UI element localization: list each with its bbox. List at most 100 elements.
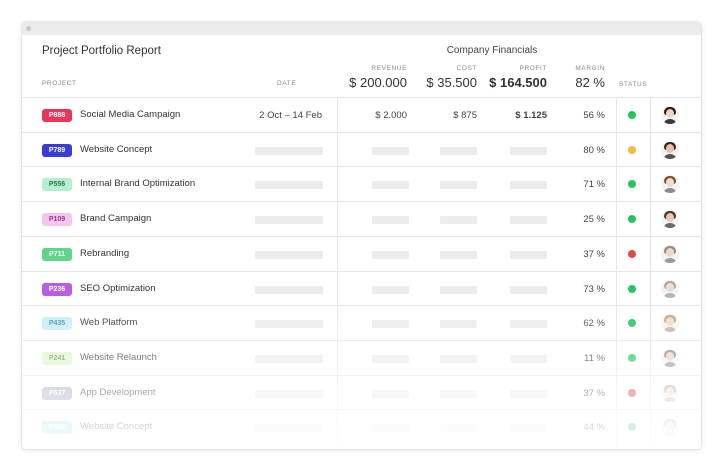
status-indicator	[628, 319, 636, 328]
window-control-dot[interactable]	[26, 26, 31, 31]
project-code-tag[interactable]: P537	[42, 386, 72, 400]
assignee-avatar[interactable]	[661, 210, 679, 229]
status-indicator	[628, 353, 636, 362]
project-name[interactable]: App Development	[80, 387, 156, 398]
window-titlebar	[22, 22, 701, 35]
total-margin: 82 %	[575, 75, 605, 90]
table-row[interactable]: P888 Social Media Campaign 2 Oct – 14 Fe…	[22, 97, 701, 132]
profit-placeholder	[510, 181, 547, 190]
profit-placeholder	[510, 250, 547, 259]
table-row[interactable]: P711 Rebranding 37 %	[22, 235, 701, 271]
project-code-tag[interactable]: P435	[42, 317, 72, 331]
project-name[interactable]: Internal Brand Optimization	[80, 178, 195, 189]
profit-placeholder	[510, 285, 547, 294]
project-name[interactable]: Web Platform	[80, 317, 137, 328]
table-row[interactable]: P789 Website Concept 80 %	[22, 131, 701, 167]
assignee-avatar[interactable]	[661, 348, 679, 367]
column-header-cost[interactable]: COST	[422, 65, 477, 72]
project-margin: 73 %	[583, 283, 605, 295]
project-cost: $ 875	[453, 110, 477, 121]
status-indicator	[628, 111, 636, 119]
table-row[interactable]: P980 Website Concept 44 %	[22, 409, 701, 444]
revenue-placeholder	[372, 181, 409, 190]
project-margin: 37 %	[583, 387, 605, 399]
column-header-date[interactable]: DATE	[277, 80, 296, 87]
table-row[interactable]: P236 SEO Optimization 73 %	[22, 270, 701, 306]
assignee-avatar[interactable]	[661, 140, 679, 159]
date-placeholder	[255, 354, 323, 363]
project-code-tag[interactable]: P888	[42, 109, 72, 122]
column-header-profit[interactable]: PROFIT	[492, 65, 547, 72]
project-margin: 62 %	[583, 318, 605, 330]
table-row[interactable]: P556 Internal Brand Optimization 71 %	[22, 166, 701, 201]
project-name[interactable]: Website Relaunch	[80, 352, 157, 363]
cost-placeholder	[440, 250, 477, 259]
column-header-margin[interactable]: MARGIN	[552, 65, 605, 72]
project-code-tag[interactable]: P556	[42, 178, 72, 192]
assignee-avatar[interactable]	[661, 418, 679, 437]
project-name[interactable]: Social Media Campaign	[80, 109, 180, 120]
table-row[interactable]: P109 Brand Campaign 25 %	[22, 201, 701, 236]
project-name[interactable]: Website Concept	[80, 144, 152, 155]
date-placeholder	[255, 389, 323, 398]
status-indicator	[628, 215, 636, 224]
project-name[interactable]: Website Concept	[80, 421, 152, 432]
project-name[interactable]: Brand Campaign	[80, 213, 151, 224]
status-indicator	[628, 388, 636, 397]
revenue-placeholder	[372, 354, 409, 363]
date-placeholder	[255, 424, 323, 433]
report-title: Project Portfolio Report	[42, 45, 161, 57]
table-row[interactable]: P241 Website Relaunch 11 %	[22, 339, 701, 375]
project-date-range: 2 Oct – 14 Feb	[259, 110, 322, 121]
project-code-tag[interactable]: P789	[42, 143, 72, 157]
column-header-status[interactable]: STATUS	[619, 81, 647, 88]
total-cost: $ 35.500	[426, 75, 477, 90]
project-code-tag[interactable]: P711	[42, 247, 72, 261]
cost-placeholder	[440, 389, 477, 398]
profit-placeholder	[510, 354, 547, 363]
assignee-avatar[interactable]	[661, 279, 679, 298]
date-placeholder	[255, 216, 323, 225]
profit-placeholder	[510, 216, 547, 225]
assignee-avatar[interactable]	[661, 106, 679, 124]
revenue-placeholder	[372, 146, 409, 155]
assignee-avatar[interactable]	[661, 383, 679, 402]
cost-placeholder	[440, 146, 477, 155]
revenue-placeholder	[372, 216, 409, 225]
project-margin: 44 %	[583, 422, 605, 434]
date-placeholder	[255, 320, 323, 329]
profit-placeholder	[510, 424, 547, 433]
column-header-revenue[interactable]: REVENUE	[352, 65, 407, 72]
table-row[interactable]: P537 App Development 37 %	[22, 374, 701, 410]
column-header-project[interactable]: PROJECT	[42, 80, 77, 87]
revenue-placeholder	[372, 250, 409, 259]
project-name[interactable]: Rebranding	[80, 248, 129, 259]
revenue-placeholder	[372, 320, 409, 329]
project-margin: 11 %	[584, 352, 605, 364]
revenue-placeholder	[372, 389, 409, 398]
project-code-tag[interactable]: P236	[42, 282, 72, 296]
profit-placeholder	[510, 320, 547, 329]
profit-placeholder	[510, 146, 547, 155]
revenue-placeholder	[372, 424, 409, 433]
assignee-avatar[interactable]	[661, 314, 679, 333]
date-placeholder	[255, 285, 323, 294]
project-code-tag[interactable]: P980	[42, 421, 72, 435]
project-name[interactable]: SEO Optimization	[80, 283, 156, 294]
project-margin: 80 %	[583, 144, 605, 156]
cost-placeholder	[440, 181, 477, 190]
assignee-avatar[interactable]	[661, 175, 679, 194]
table-row[interactable]: P435 Web Platform 62 %	[22, 305, 701, 340]
project-code-tag[interactable]: P241	[42, 351, 72, 365]
total-profit: $ 164.500	[489, 75, 547, 90]
profit-placeholder	[510, 389, 547, 398]
cost-placeholder	[440, 216, 477, 225]
financials-group-title: Company Financials	[446, 45, 538, 56]
assignee-avatar[interactable]	[661, 244, 679, 263]
date-placeholder	[255, 146, 323, 155]
project-margin: 71 %	[583, 179, 605, 191]
total-revenue: $ 200.000	[349, 75, 407, 90]
project-code-tag[interactable]: P109	[42, 213, 72, 227]
project-margin: 25 %	[583, 214, 605, 226]
date-placeholder	[255, 250, 323, 259]
